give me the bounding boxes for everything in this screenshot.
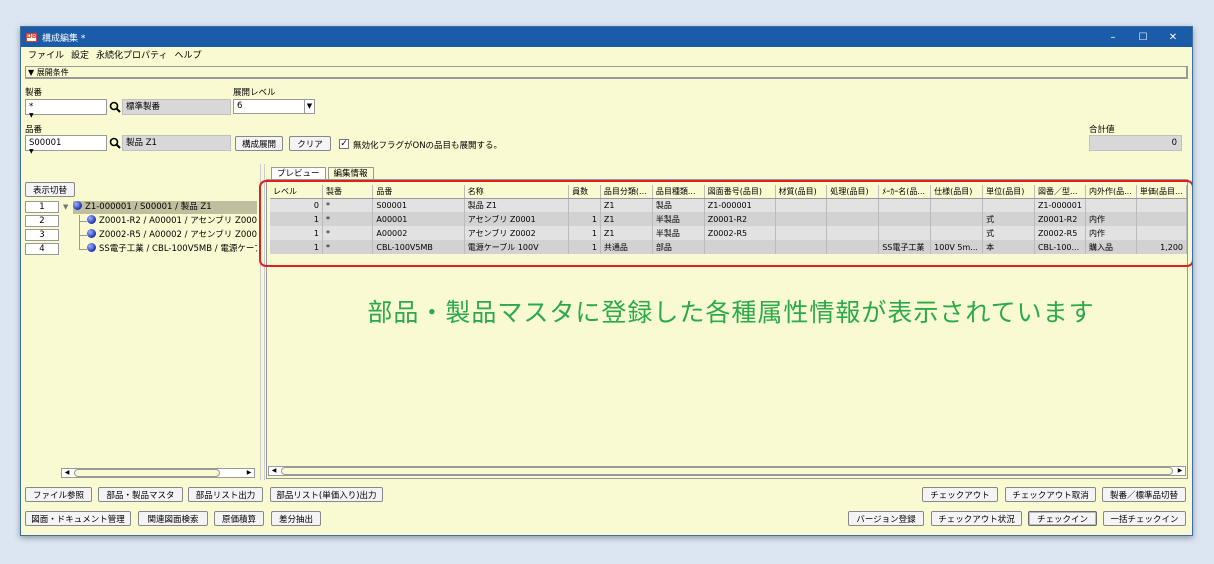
scroll-left-icon[interactable]: ◀ bbox=[269, 467, 279, 475]
maximize-button[interactable]: ☐ bbox=[1128, 27, 1158, 47]
annotation-text: 部品・製品マスタに登録した各種属性情報が表示されています bbox=[367, 298, 1095, 327]
dropdown-marker-icon: ▼ bbox=[29, 148, 34, 155]
menu-help[interactable]: ヘルプ bbox=[174, 48, 203, 61]
include-disabled-checkbox[interactable]: ✓ bbox=[339, 139, 349, 149]
minimize-button[interactable]: – bbox=[1098, 27, 1128, 47]
document-management-button[interactable]: 図面・ドキュメント管理 bbox=[25, 511, 131, 526]
seiban-description: 標準製番 bbox=[122, 99, 231, 115]
file-reference-button[interactable]: ファイル参照 bbox=[25, 487, 92, 502]
seiban-search-icon[interactable] bbox=[109, 101, 121, 113]
tree-row[interactable]: 4 SS電子工業 / CBL-100V5MB / 電源ケーブル bbox=[25, 236, 257, 256]
part-node-icon bbox=[87, 229, 96, 238]
menu-file[interactable]: ファイル bbox=[27, 48, 65, 61]
hinban-search-icon[interactable] bbox=[109, 137, 121, 149]
total-label: 合計値 bbox=[1089, 125, 1115, 135]
tree-label: Z1-000001 / S00001 / 製品 Z1 bbox=[85, 202, 212, 212]
version-register-button[interactable]: バージョン登録 bbox=[848, 511, 924, 526]
tree-label-container: SS電子工業 / CBL-100V5MB / 電源ケーブル bbox=[87, 243, 257, 256]
scroll-thumb[interactable] bbox=[281, 467, 1173, 475]
scroll-right-icon[interactable]: ▶ bbox=[244, 469, 254, 477]
window-controls: – ☐ ✕ bbox=[1098, 27, 1188, 47]
tree-row[interactable]: 2 Z0001-R2 / A00001 / アセンブリ Z0001 bbox=[25, 215, 257, 228]
diff-extract-button[interactable]: 差分抽出 bbox=[271, 511, 321, 526]
grid-horizontal-scrollbar[interactable]: ◀ ▶ bbox=[268, 466, 1186, 476]
scroll-thumb[interactable] bbox=[74, 469, 220, 477]
tab-preview[interactable]: プレビュー bbox=[271, 167, 326, 179]
seiban-label: 製番 bbox=[25, 88, 43, 98]
level-select[interactable]: 6 ▼ bbox=[233, 99, 315, 114]
include-disabled-label: 無効化フラグがONの品目も展開する。 bbox=[353, 141, 503, 151]
hinban-input[interactable]: S00001 ▼ bbox=[25, 135, 107, 155]
tree-label-container: Z1-000001 / S00001 / 製品 Z1 bbox=[73, 201, 257, 214]
chevron-down-icon: ▼ bbox=[304, 100, 314, 113]
title-bar: DB 構成編集 * – ☐ ✕ bbox=[21, 27, 1192, 47]
tree-label: Z0002-R5 / A00002 / アセンブリ Z0002 bbox=[99, 230, 257, 240]
expand-structure-button[interactable]: 構成展開 bbox=[235, 136, 283, 151]
checkout-button[interactable]: チェックアウト bbox=[922, 487, 998, 502]
tree-label-container: Z0002-R5 / A00002 / アセンブリ Z0002 bbox=[87, 229, 257, 242]
part-node-icon bbox=[87, 243, 96, 252]
tree-row-number: 3 bbox=[25, 229, 59, 241]
part-node-icon bbox=[87, 215, 96, 224]
tree-label: Z0001-R2 / A00001 / アセンブリ Z0001 bbox=[99, 216, 257, 226]
parts-master-button[interactable]: 部品・製品マスタ bbox=[98, 487, 183, 502]
scroll-right-icon[interactable]: ▶ bbox=[1175, 467, 1185, 475]
tree-row-number: 1 bbox=[25, 201, 59, 213]
tree-label: SS電子工業 / CBL-100V5MB / 電源ケーブル bbox=[99, 244, 257, 254]
menu-settings[interactable]: 設定 bbox=[70, 48, 90, 61]
tree-connector bbox=[79, 222, 87, 236]
tab-edit-info[interactable]: 編集情報 bbox=[327, 167, 374, 179]
cancel-checkout-button[interactable]: チェックアウト取消 bbox=[1005, 487, 1096, 502]
hinban-label: 品番 bbox=[25, 125, 43, 135]
level-value: 6 bbox=[237, 101, 243, 111]
scroll-left-icon[interactable]: ◀ bbox=[62, 469, 72, 477]
tree-connector bbox=[79, 236, 87, 250]
level-label: 展開レベル bbox=[233, 88, 276, 98]
tree-label-container: Z0001-R2 / A00001 / アセンブリ Z0001 bbox=[87, 215, 257, 228]
clear-button[interactable]: クリア bbox=[289, 136, 331, 151]
tree-row[interactable]: 1 ▼ Z1-000001 / S00001 / 製品 Z1 bbox=[25, 201, 257, 214]
seiban-input[interactable]: * ▼ bbox=[25, 99, 107, 119]
bulk-checkin-button[interactable]: 一括チェックイン bbox=[1103, 511, 1186, 526]
close-button[interactable]: ✕ bbox=[1158, 27, 1188, 47]
window-title: 構成編集 * bbox=[42, 33, 86, 44]
menu-bar: ファイル 設定 永続化プロパティ ヘルプ bbox=[21, 47, 1192, 62]
expand-conditions-header[interactable]: ▼ 展開条件 bbox=[25, 66, 1188, 79]
tree-row-number: 4 bbox=[25, 243, 59, 255]
main-window: DB 構成編集 * – ☐ ✕ ファイル 設定 永続化プロパティ ヘルプ ▼ 展… bbox=[20, 26, 1193, 536]
seiban-standard-toggle-button[interactable]: 製番／標準品切替 bbox=[1102, 487, 1186, 502]
dropdown-marker-icon: ▼ bbox=[29, 112, 34, 119]
tree-horizontal-scrollbar[interactable]: ◀ ▶ bbox=[61, 468, 255, 478]
detail-tabs: プレビュー 編集情報 bbox=[271, 167, 374, 179]
hinban-value: S00001 bbox=[29, 138, 62, 148]
hinban-description: 製品 Z1 bbox=[122, 135, 231, 151]
related-drawing-search-button[interactable]: 関連図面検索 bbox=[138, 511, 208, 526]
checkout-status-button[interactable]: チェックアウト状況 bbox=[931, 511, 1022, 526]
checkin-button[interactable]: チェックイン bbox=[1028, 511, 1097, 526]
total-value: 0 bbox=[1089, 135, 1182, 151]
menu-persist-properties[interactable]: 永続化プロパティ bbox=[95, 48, 168, 61]
highlight-box bbox=[259, 180, 1192, 267]
app-icon: DB bbox=[26, 32, 37, 42]
tree-row-number: 2 bbox=[25, 215, 59, 227]
tree-connector bbox=[79, 215, 87, 222]
display-toggle-button[interactable]: 表示切替 bbox=[25, 182, 75, 197]
cost-estimate-button[interactable]: 原価積算 bbox=[214, 511, 264, 526]
parts-list-price-output-button[interactable]: 部品リスト(単価入り)出力 bbox=[270, 487, 383, 502]
structure-tree: 1 ▼ Z1-000001 / S00001 / 製品 Z1 2 Z0001-R… bbox=[25, 199, 257, 467]
assembly-node-icon bbox=[73, 201, 82, 210]
tree-expand-icon[interactable]: ▼ bbox=[63, 201, 68, 214]
tree-row[interactable]: 3 Z0002-R5 / A00002 / アセンブリ Z0002 bbox=[25, 222, 257, 242]
parts-list-output-button[interactable]: 部品リスト出力 bbox=[188, 487, 263, 502]
app-icon-text: DB bbox=[26, 33, 37, 40]
